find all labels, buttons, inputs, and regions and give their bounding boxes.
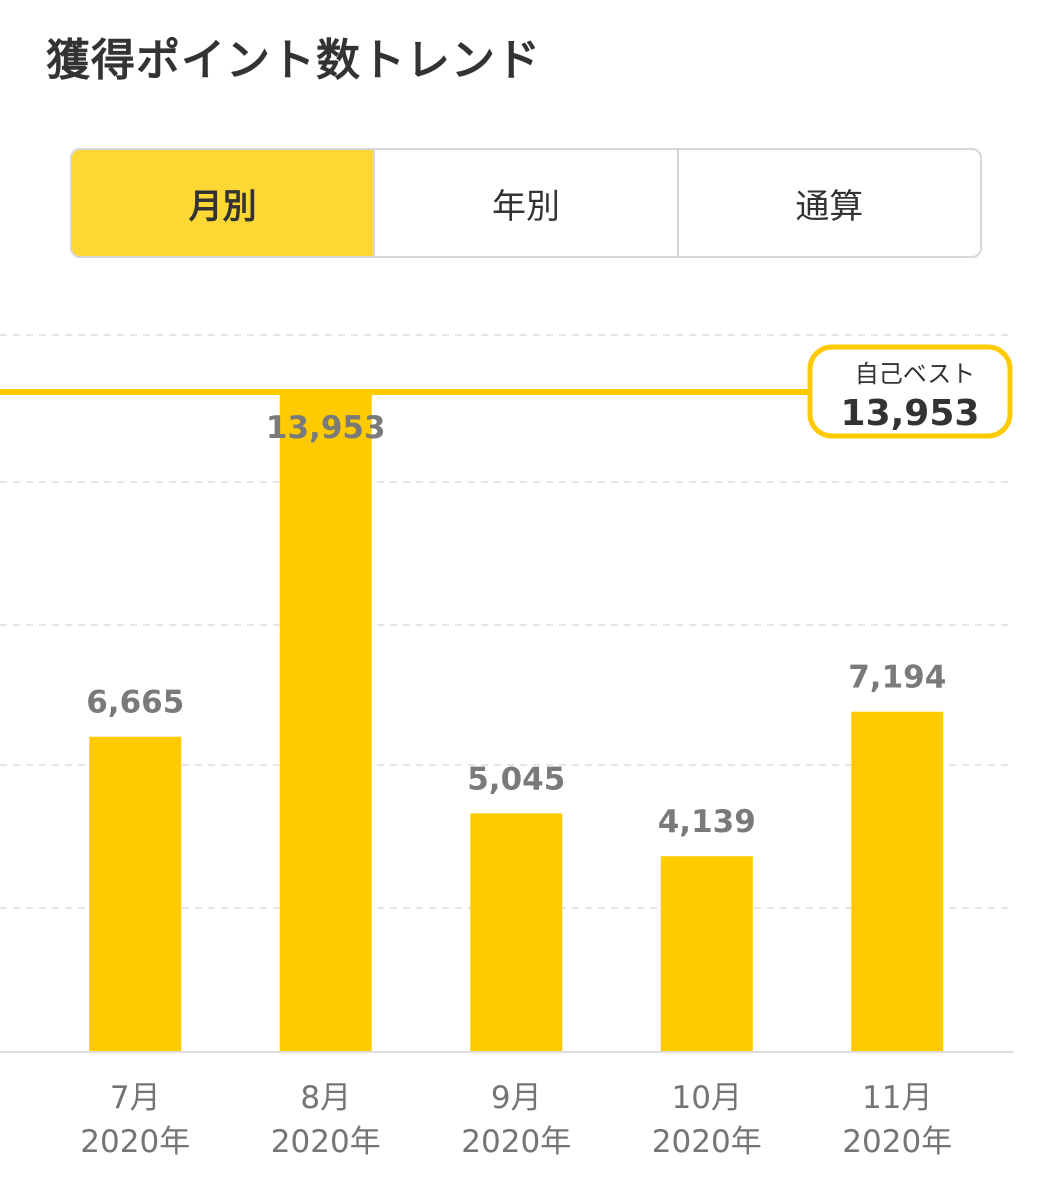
bar-value-label: 5,045 (467, 761, 565, 797)
bar-value-label: 7,194 (848, 660, 946, 696)
bar-value-label: 13,953 (266, 410, 386, 446)
x-tick-label-month: 10月 (672, 1080, 742, 1116)
best-badge-label: 自己ベスト (855, 360, 975, 388)
bar-value-label: 4,139 (658, 804, 756, 840)
tab-total[interactable]: 通算 (676, 150, 980, 256)
bar (470, 813, 563, 1052)
tab-monthly[interactable]: 月別 (72, 150, 374, 256)
x-tick-label-year: 2020年 (271, 1124, 381, 1160)
bar (660, 856, 753, 1052)
period-tabs: 月別 年別 通算 (70, 148, 982, 258)
x-tick-label-year: 2020年 (80, 1124, 190, 1160)
x-tick-label-month: 8月 (300, 1080, 351, 1116)
x-tick-label-month: 11月 (862, 1080, 932, 1116)
page-title: 獲得ポイント数トレンド (46, 35, 541, 86)
x-tick-label-year: 2020年 (461, 1124, 571, 1160)
bar (89, 736, 182, 1052)
bar (279, 392, 372, 1052)
x-tick-label-year: 2020年 (842, 1124, 952, 1160)
x-tick-label-year: 2020年 (652, 1124, 762, 1160)
x-tick-label-month: 9月 (491, 1080, 542, 1116)
bar (851, 711, 944, 1052)
bar-value-label: 6,665 (86, 685, 184, 721)
best-badge-value: 13,953 (841, 393, 980, 434)
x-tick-label-month: 7月 (110, 1080, 161, 1116)
tab-yearly[interactable]: 年別 (373, 150, 676, 256)
points-bar-chart: 6,665 7月 2020年 13,953 8月 2020年 5,045 9月 2020年 4,1… (0, 334, 1014, 1160)
